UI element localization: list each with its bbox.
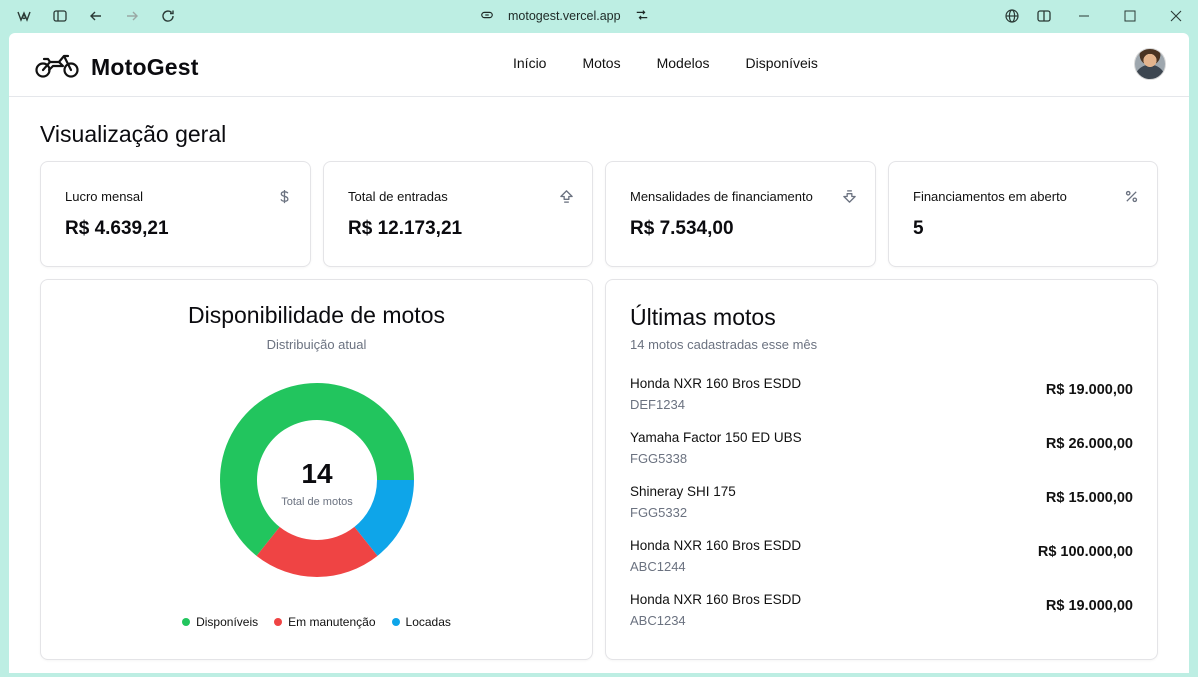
legend-label: Locadas: [405, 615, 451, 629]
moto-price: R$ 19.000,00: [1045, 598, 1133, 614]
list-item[interactable]: Honda NXR 160 Bros ESDD ABC1234 R$ 19.000,…: [630, 592, 1133, 646]
stat-label: Total de entradas: [348, 189, 448, 204]
back-icon[interactable]: [88, 8, 104, 24]
avatar[interactable]: [1134, 48, 1166, 80]
latest-list: Honda NXR 160 Bros ESDD DEF1234 R$ 19.000,…: [630, 376, 1133, 646]
list-item[interactable]: Shineray SHI 175 FGG5332 R$ 15.000,00: [630, 484, 1133, 538]
url-text[interactable]: motogest.vercel.app: [508, 9, 621, 23]
moto-name: Honda NXR 160 Bros ESDD: [630, 538, 802, 553]
moto-name: Honda NXR 160 Bros ESDD: [630, 376, 802, 391]
moto-name: Shineray SHI 175: [630, 484, 736, 499]
motorcycle-icon: [35, 51, 79, 84]
globe-icon[interactable]: [1004, 8, 1020, 24]
minimize-icon[interactable]: [1076, 8, 1092, 24]
arrow-up-icon: [558, 188, 574, 204]
arrow-down-icon: [841, 188, 857, 204]
browser-toolbar: motogest.vercel.app: [0, 0, 1198, 32]
availability-card: Disponibilidade de motos Distribuição at…: [40, 279, 593, 660]
moto-plate: DEF1234: [630, 397, 685, 412]
split-view-icon[interactable]: [1036, 8, 1052, 24]
latest-subtitle: 14 motos cadastradas esse mês: [630, 337, 818, 352]
stat-value: R$ 12.173,21: [348, 218, 463, 239]
dollar-icon: [276, 188, 292, 204]
address-bar[interactable]: motogest.vercel.app: [480, 6, 649, 26]
legend-item[interactable]: Disponíveis: [182, 615, 258, 629]
nav-item-inicio[interactable]: Início: [513, 55, 546, 71]
nav-item-modelos[interactable]: Modelos: [657, 55, 710, 71]
percent-icon: [1123, 188, 1139, 204]
legend-item[interactable]: Em manutenção: [274, 615, 376, 629]
moto-name: Honda NXR 160 Bros ESDD: [630, 592, 802, 607]
site-info-icon[interactable]: [480, 8, 494, 25]
stat-card-entradas: Total de entradas R$ 12.173,21: [323, 161, 593, 267]
moto-plate: ABC1234: [630, 613, 686, 628]
moto-plate: ABC1244: [630, 559, 686, 574]
legend-label: Disponíveis: [196, 615, 259, 629]
donut-total-label: Total de motos: [281, 496, 353, 508]
moto-price: R$ 26.000,00: [1045, 436, 1133, 452]
navbar: MotoGest Início Motos Modelos Disponívei…: [9, 33, 1189, 97]
latest-title: Últimas motos: [630, 304, 776, 330]
list-item[interactable]: Honda NXR 160 Bros ESDD DEF1234 R$ 19.000,…: [630, 376, 1133, 430]
brand-name: MotoGest: [91, 54, 199, 80]
stat-card-mensalidades: Mensalidades de financiamento R$ 7.534,0…: [605, 161, 876, 267]
sidebar-toggle-icon[interactable]: [52, 8, 68, 24]
donut-total: 14: [301, 458, 333, 489]
tune-icon[interactable]: [635, 8, 649, 25]
latest-card: Últimas motos 14 motos cadastradas esse …: [605, 279, 1158, 660]
maximize-icon[interactable]: [1122, 8, 1138, 24]
donut-slice-em-manutencao[interactable]: [256, 526, 378, 577]
stat-label: Financiamentos em aberto: [913, 189, 1067, 204]
moto-price: R$ 19.000,00: [1045, 382, 1133, 398]
stat-card-financiamentos: Financiamentos em aberto 5: [888, 161, 1158, 267]
list-item[interactable]: Honda NXR 160 Bros ESDD ABC1244 R$ 100.000…: [630, 538, 1133, 592]
nav-item-motos[interactable]: Motos: [582, 55, 620, 71]
nav-item-disponiveis[interactable]: Disponíveis: [746, 55, 818, 71]
moto-price: R$ 15.000,00: [1045, 490, 1133, 506]
stat-value: R$ 7.534,00: [630, 218, 734, 239]
stat-value: R$ 4.639,21: [65, 218, 169, 239]
main-nav: Início Motos Modelos Disponíveis: [513, 55, 818, 71]
moto-plate: FGG5332: [630, 505, 688, 520]
moto-name: Yamaha Factor 150 ED UBS: [630, 430, 802, 445]
chart-legend: Disponíveis Em manutenção Locadas: [41, 615, 592, 629]
availability-subtitle: Distribuição atual: [266, 337, 367, 352]
legend-swatch: [182, 618, 191, 626]
stat-label: Lucro mensal: [65, 189, 144, 204]
availability-title: Disponibilidade de motos: [188, 302, 445, 328]
app-logo-icon[interactable]: [16, 8, 32, 24]
legend-item[interactable]: Locadas: [391, 615, 451, 629]
forward-icon[interactable]: [124, 8, 140, 24]
reload-icon[interactable]: [160, 8, 176, 24]
legend-label: Em manutenção: [288, 615, 376, 629]
page-title: Visualização geral: [40, 121, 227, 147]
legend-swatch: [391, 618, 400, 626]
brand[interactable]: MotoGest: [35, 51, 199, 84]
moto-plate: FGG5338: [630, 451, 688, 466]
stat-label: Mensalidades de financiamento: [630, 189, 813, 204]
page: MotoGest Início Motos Modelos Disponívei…: [9, 33, 1189, 673]
stat-card-lucro: Lucro mensal R$ 4.639,21: [40, 161, 311, 267]
close-icon[interactable]: [1168, 8, 1184, 24]
moto-price: R$ 100.000,00: [1037, 544, 1133, 560]
legend-swatch: [274, 618, 283, 626]
stat-value: 5: [913, 218, 924, 239]
list-item[interactable]: Yamaha Factor 150 ED UBS FGG5338 R$ 26.000…: [630, 430, 1133, 484]
